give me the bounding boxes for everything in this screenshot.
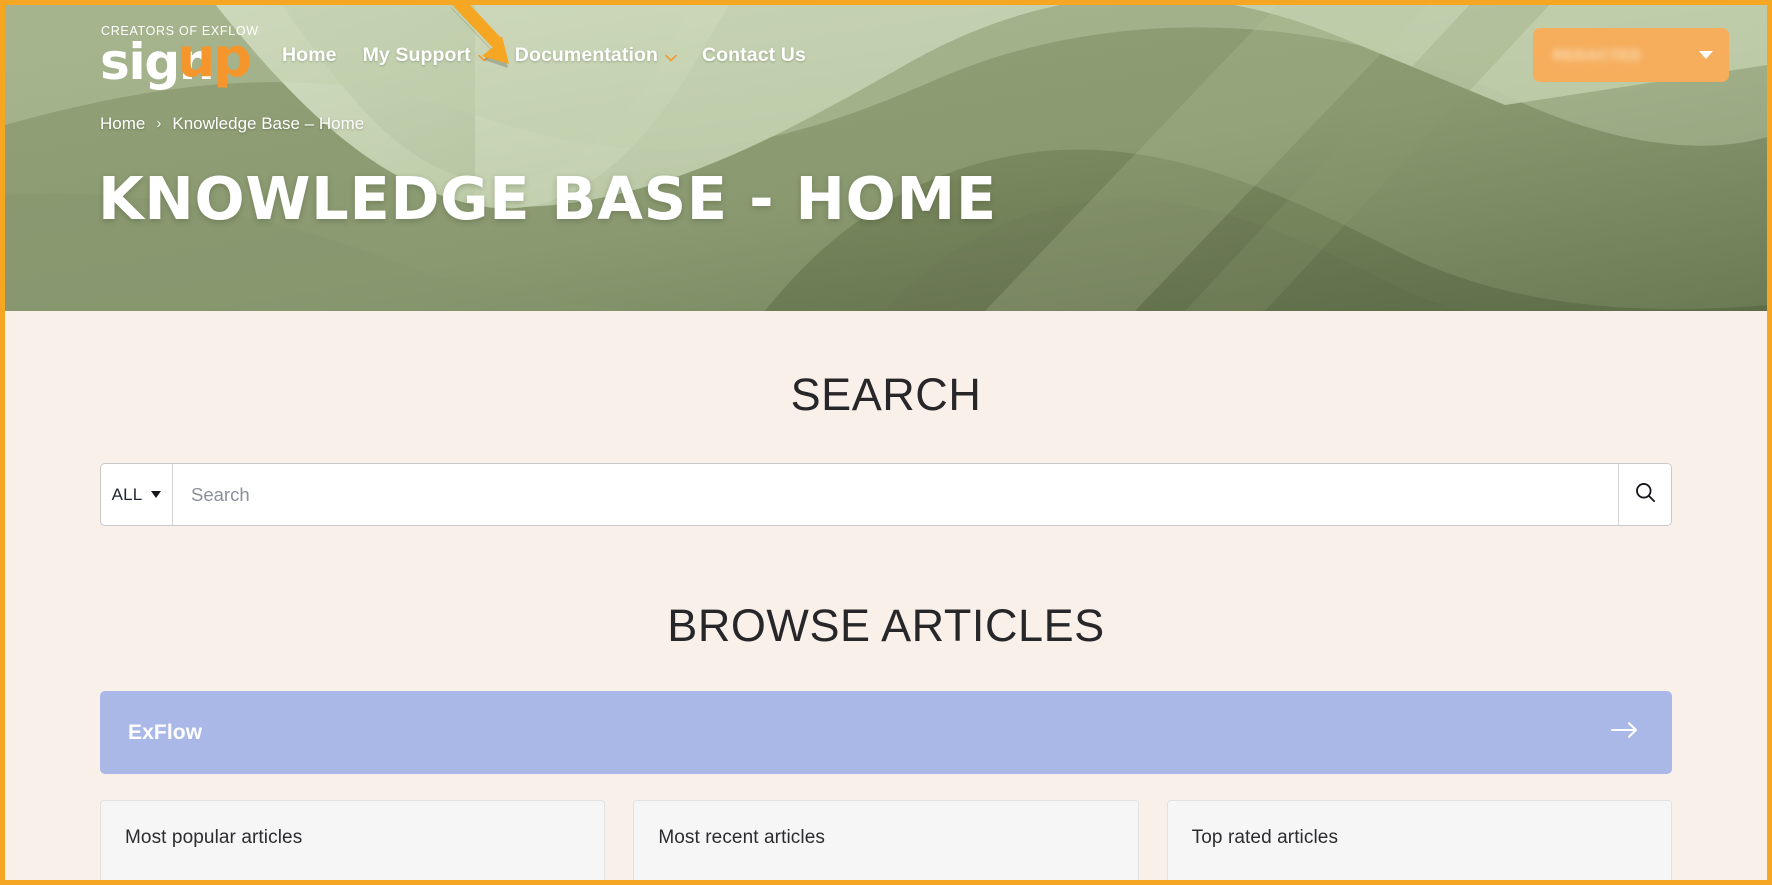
- caret-down-icon: [1699, 51, 1713, 59]
- search-scope-value: ALL: [111, 484, 143, 504]
- search-heading: SEARCH: [790, 369, 982, 420]
- nav-item-my-support[interactable]: My Support: [362, 43, 490, 67]
- article-lists-row: Most popular articles Most recent articl…: [100, 800, 1672, 880]
- category-banner-exflow[interactable]: ExFlow: [100, 691, 1672, 774]
- search-input[interactable]: [173, 464, 1618, 525]
- browse-articles-heading: BROWSE ARTICLES: [667, 600, 1105, 651]
- search-scope-dropdown[interactable]: ALL: [101, 464, 173, 525]
- search-submit-button[interactable]: [1618, 464, 1671, 525]
- hero-banner: CREATORS OF EXFLOW sign up Home My Suppo…: [5, 5, 1767, 311]
- card-most-recent-articles: Most recent articles: [633, 800, 1139, 880]
- search-bar: ALL: [100, 463, 1672, 526]
- nav-item-contact-us[interactable]: Contact Us: [702, 44, 806, 67]
- card-title: Most popular articles: [125, 827, 303, 848]
- breadcrumb-separator-icon: ›: [156, 114, 162, 132]
- brand-logo[interactable]: CREATORS OF EXFLOW sign up: [100, 22, 258, 89]
- breadcrumb-item-home[interactable]: Home: [100, 114, 145, 134]
- account-menu-label: REDACTED: [1553, 46, 1642, 64]
- nav-item-label: Home: [282, 43, 337, 66]
- nav-links: Home My Support Documentation Contact Us: [282, 44, 806, 67]
- nav-item-documentation[interactable]: Documentation: [514, 43, 677, 67]
- category-label: ExFlow: [128, 720, 203, 744]
- brand-name-accent: up: [177, 26, 252, 89]
- nav-item-label: My Support: [362, 43, 471, 66]
- breadcrumb: Home › Knowledge Base – Home: [100, 114, 364, 134]
- browser-viewport: CREATORS OF EXFLOW sign up Home My Suppo…: [0, 0, 1772, 885]
- nav-item-label: Contact Us: [701, 43, 806, 66]
- main-content: SEARCH ALL BROWSE ARTICLES ExFlow: [5, 311, 1767, 880]
- card-most-popular-articles: Most popular articles: [100, 800, 606, 880]
- chevron-down-icon: [665, 54, 677, 62]
- breadcrumb-item-current[interactable]: Knowledge Base – Home: [172, 114, 364, 134]
- caret-down-icon: [151, 491, 162, 498]
- chevron-down-icon: [477, 54, 490, 62]
- nav-item-home[interactable]: Home: [282, 44, 337, 67]
- search-icon: [1634, 481, 1657, 509]
- nav-item-label: Documentation: [514, 43, 658, 66]
- page-title: KNOWLEDGE BASE - HOME: [98, 164, 997, 233]
- card-title: Most recent articles: [658, 827, 825, 848]
- card-title: Top rated articles: [1191, 827, 1339, 848]
- top-navigation-bar: CREATORS OF EXFLOW sign up Home My Suppo…: [5, 5, 1767, 105]
- arrow-right-icon: [1610, 721, 1639, 744]
- card-top-rated-articles: Top rated articles: [1166, 800, 1672, 880]
- account-menu-button[interactable]: REDACTED: [1533, 28, 1729, 82]
